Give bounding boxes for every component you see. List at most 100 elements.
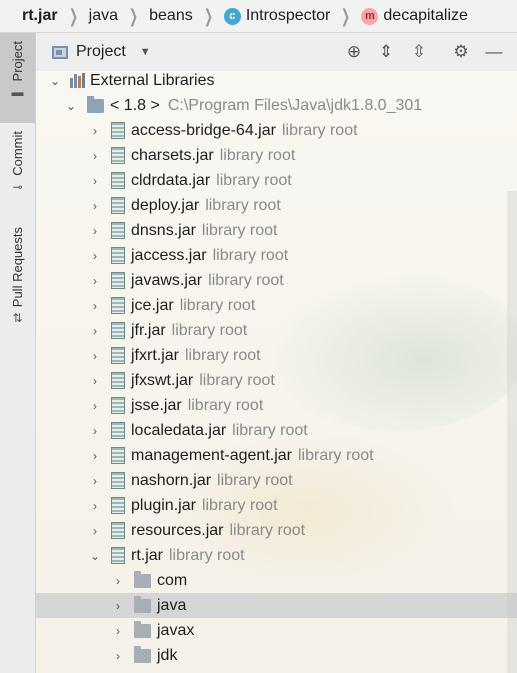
expand-all-icon[interactable]: ⇕ (374, 33, 398, 71)
chevron-right-icon[interactable]: › (89, 149, 101, 163)
breadcrumb-item-java[interactable]: java (89, 7, 118, 25)
library-root-label: library root (219, 146, 296, 164)
tree-node-jar[interactable]: › plugin.jar library root (36, 493, 517, 518)
library-root-label: library root (187, 396, 264, 414)
jar-icon (111, 147, 125, 164)
tree-node-jar[interactable]: › jfr.jar library root (36, 318, 517, 343)
chevron-right-icon[interactable]: › (89, 124, 101, 138)
tree-node-external-libraries[interactable]: ⌄ External Libraries (36, 71, 517, 93)
tree-node-jar[interactable]: › dnsns.jar library root (36, 218, 517, 243)
chevron-right-icon[interactable]: › (112, 574, 124, 588)
jar-icon (111, 322, 125, 339)
scrollbar[interactable] (507, 191, 517, 673)
tree-node-label: jfxswt.jar (131, 371, 194, 389)
tree-node-jar[interactable]: › jfxrt.jar library root (36, 343, 517, 368)
library-root-label: library root (171, 321, 248, 339)
tab-project[interactable]: Project ▬ (0, 33, 35, 123)
method-icon: m (361, 7, 379, 25)
jar-icon (111, 222, 125, 239)
chevron-right-icon[interactable]: › (112, 649, 124, 663)
tree-node-package[interactable]: › jdk (36, 643, 517, 668)
tree-node-label: jdk (157, 646, 178, 664)
tree-node-label: jsse.jar (131, 396, 182, 414)
chevron-right-icon[interactable]: › (89, 399, 101, 413)
tree-node-jar[interactable]: › cldrdata.jar library root (36, 168, 517, 193)
chevron-right-icon[interactable]: › (89, 424, 101, 438)
collapse-all-icon[interactable]: ⇳ (407, 33, 431, 71)
chevron-right-icon[interactable]: › (89, 249, 101, 263)
package-folder-icon (134, 595, 151, 613)
jar-icon (111, 397, 125, 414)
tree-node-label: charsets.jar (131, 146, 214, 164)
tree-node-label: plugin.jar (131, 496, 196, 514)
tree-node-jar[interactable]: › nashorn.jar library root (36, 468, 517, 493)
breadcrumb-item-rt-jar[interactable]: rt.jar (22, 7, 58, 25)
library-root-label: library root (229, 521, 306, 539)
tree-node-package[interactable]: › com (36, 568, 517, 593)
panel-title[interactable]: Project (76, 43, 126, 61)
hide-icon[interactable]: — (482, 33, 506, 71)
tree-node-jar[interactable]: › deploy.jar library root (36, 193, 517, 218)
library-icon (69, 73, 86, 88)
tree-node-jar[interactable]: › resources.jar library root (36, 518, 517, 543)
library-root-label: library root (199, 371, 275, 389)
chevron-right-icon[interactable]: › (89, 224, 101, 238)
tree-node-label: jfxrt.jar (131, 346, 179, 364)
chevron-right-icon[interactable]: › (89, 174, 101, 188)
jar-icon (111, 472, 125, 489)
chevron-right-icon[interactable]: › (112, 624, 124, 638)
jar-icon (111, 547, 125, 564)
tree-node-label: localedata.jar (131, 421, 227, 439)
tree-node-jar[interactable]: › jce.jar library root (36, 293, 517, 318)
chevron-right-icon[interactable]: › (89, 324, 101, 338)
chevron-right-icon[interactable]: › (89, 299, 101, 313)
jar-icon (111, 347, 125, 364)
chevron-down-icon[interactable]: ▼ (140, 46, 151, 58)
tree-node-package[interactable]: › javax (36, 618, 517, 643)
tree-node-jar[interactable]: › access-bridge-64.jar library root (36, 118, 517, 143)
breadcrumb-item-decapitalize[interactable]: m decapitalize (361, 7, 468, 25)
chevron-down-icon[interactable]: ⌄ (65, 99, 77, 113)
tree-node-jar[interactable]: › javaws.jar library root (36, 268, 517, 293)
tree-node-jar[interactable]: › charsets.jar library root (36, 143, 517, 168)
chevron-down-icon[interactable]: ⌄ (89, 549, 101, 563)
tab-pull-requests[interactable]: Pull Requests ⇅ (0, 227, 35, 339)
chevron-right-icon: ❯ (68, 6, 78, 26)
tree-node-sdk[interactable]: ⌄ < 1.8 > C:\Program Files\Java\jdk1.8.0… (36, 93, 517, 118)
tree-node-package[interactable]: › java (36, 593, 517, 618)
sdk-path: C:\Program Files\Java\jdk1.8.0_301 (167, 96, 423, 114)
locate-icon[interactable]: ⊕ (342, 33, 366, 71)
chevron-right-icon[interactable]: › (89, 349, 101, 363)
jar-icon (111, 172, 125, 189)
tab-commit[interactable]: Commit ⊸ (0, 131, 35, 213)
library-root-label: library root (205, 196, 281, 214)
jar-icon (111, 197, 125, 214)
chevron-right-icon[interactable]: › (112, 599, 124, 613)
tree-node-rt-jar[interactable]: ⌄ rt.jar library root (36, 543, 517, 568)
tree-node-jar[interactable]: › jaccess.jar library root (36, 243, 517, 268)
tree-node-jar[interactable]: › localedata.jar library root (36, 418, 517, 443)
tree-node-jar[interactable]: › jfxswt.jar library root (36, 368, 517, 393)
breadcrumb-item-introspector[interactable]: c Introspector (223, 7, 330, 25)
jar-icon (111, 447, 125, 464)
chevron-right-icon: ❯ (129, 6, 139, 26)
chevron-right-icon[interactable]: › (89, 474, 101, 488)
tree-node-jar[interactable]: › management-agent.jar library root (36, 443, 517, 468)
chevron-right-icon[interactable]: › (89, 499, 101, 513)
project-panel-header: Project ▼ ⊕ ⇕ ⇳ ⚙ — (36, 33, 517, 71)
tree-node-jar[interactable]: › jsse.jar library root (36, 393, 517, 418)
chevron-right-icon[interactable]: › (89, 199, 101, 213)
chevron-right-icon[interactable]: › (89, 374, 101, 388)
jar-icon (111, 247, 125, 264)
settings-icon[interactable]: ⚙ (449, 33, 473, 71)
sdk-label: < 1.8 > (110, 96, 160, 114)
tree-node-label: access-bridge-64.jar (131, 121, 276, 139)
chevron-right-icon[interactable]: › (89, 274, 101, 288)
chevron-down-icon[interactable]: ⌄ (49, 74, 61, 88)
class-icon: c (223, 7, 241, 25)
chevron-right-icon[interactable]: › (89, 449, 101, 463)
tree-node-label: rt.jar (131, 546, 163, 564)
breadcrumb-item-beans[interactable]: beans (149, 7, 193, 25)
jar-icon (111, 522, 125, 539)
chevron-right-icon[interactable]: › (89, 524, 101, 538)
